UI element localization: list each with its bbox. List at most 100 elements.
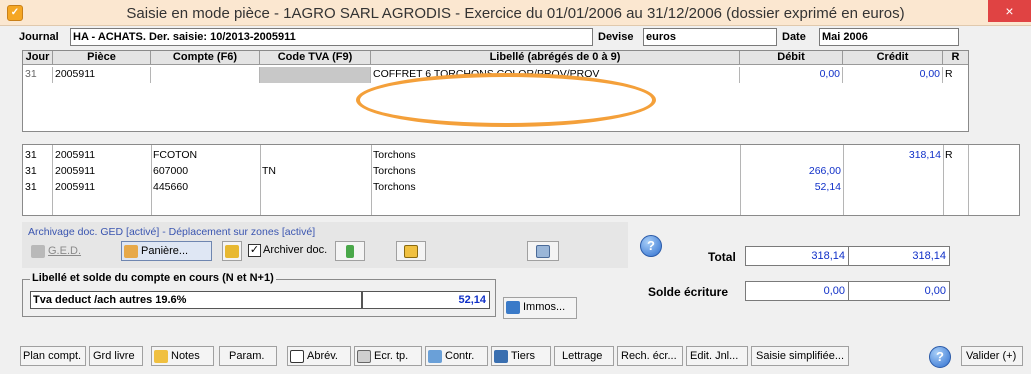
account-group-title: Libellé et solde du compte en cours (N e… (30, 272, 276, 284)
journal-field[interactable]: HA - ACHATS. Der. saisie: 10/2013-200591… (70, 28, 593, 46)
help-icon[interactable]: ? (640, 235, 662, 257)
column-header-libelle: Libellé (abrégés de 0 à 9) (371, 51, 740, 65)
line-r (943, 180, 968, 196)
line-jour: 31 (25, 165, 37, 177)
journal-label: Journal (19, 31, 59, 43)
column-header-code-tva: Code TVA (F9) (260, 51, 371, 65)
valider-button[interactable]: Valider (+) (961, 346, 1023, 366)
notes-icon (154, 349, 168, 363)
date-field[interactable]: Mai 2006 (819, 28, 959, 46)
line-r: R (945, 149, 953, 161)
line-credit (843, 164, 943, 180)
paniere-button[interactable]: Panière... (121, 241, 212, 261)
entry-compte[interactable] (151, 67, 260, 83)
solde-credit: 0,00 (848, 281, 950, 301)
total-debit: 318,14 (745, 246, 849, 266)
line-piece: 2005911 (55, 165, 96, 177)
line-credit: 318,14 (908, 149, 941, 161)
contr-label: Contr. (445, 350, 475, 362)
paniere-icon (124, 244, 138, 258)
entry-debit[interactable]: 0,00 (740, 67, 843, 83)
line-debit: 266,00 (808, 165, 841, 177)
solde-label: Solde écriture (648, 285, 729, 299)
abrev-icon (290, 349, 304, 363)
title-bar: ✓ Saisie en mode pièce - 1AGRO SARL AGRO… (0, 0, 1031, 26)
immos-button[interactable]: Immos... (503, 297, 577, 319)
line-libelle: Torchons (373, 165, 416, 177)
ecr-tp-label: Ecr. tp. (374, 350, 409, 362)
column-header-jour: Jour (23, 51, 53, 65)
lettrage-button[interactable]: Lettrage (554, 346, 614, 366)
line-jour: 31 (25, 149, 37, 161)
line-compte: 607000 (153, 165, 189, 177)
abrev-label: Abrév. (307, 350, 338, 362)
line-compte: FCOTON (153, 149, 198, 161)
line-piece: 2005911 (55, 181, 96, 193)
column-header-r: R (943, 51, 968, 65)
contr-button[interactable]: Contr. (425, 346, 488, 366)
line-code-tva: TN (262, 165, 276, 177)
devise-label: Devise (598, 31, 634, 43)
archiver-checkbox[interactable]: ✓ (248, 244, 261, 257)
tiers-icon (494, 349, 508, 363)
line-piece: 2005911 (55, 149, 96, 161)
edit-jnl-button[interactable]: Edit. Jnl... (686, 346, 748, 366)
entry-r[interactable]: R (943, 67, 968, 83)
archiver-label: Archiver doc. (263, 244, 328, 256)
tiers-label: Tiers (511, 350, 536, 362)
entry-jour[interactable]: 31 (23, 67, 53, 83)
account-balance: 52,14 (362, 291, 490, 309)
line-debit (740, 148, 843, 164)
abrev-button[interactable]: Abrév. (287, 346, 351, 366)
close-button[interactable]: × (988, 0, 1031, 22)
document-button[interactable] (527, 241, 559, 261)
document-icon (535, 244, 550, 258)
pin-button[interactable] (335, 241, 365, 261)
column-header-piece: Pièce (53, 51, 151, 65)
line-code-tva (260, 180, 371, 196)
line-credit (843, 180, 943, 196)
entry-credit[interactable]: 0,00 (843, 67, 943, 83)
param-button[interactable]: Param. (219, 346, 277, 366)
col-divider (968, 145, 969, 215)
ged-caption: Archivage doc. GED [activé] - Déplacemen… (28, 226, 316, 238)
line-libelle: Torchons (373, 181, 416, 193)
column-header-credit: Crédit (843, 51, 943, 65)
bottom-toolbar: Plan compt. Grd livre Notes Param. Abrév… (0, 340, 1031, 374)
account-name: Tva deduct /ach autres 19.6% (30, 291, 362, 309)
plan-compt-button[interactable]: Plan compt. (20, 346, 86, 366)
saisie-simplifiee-button[interactable]: Saisie simplifiée... (751, 346, 849, 366)
column-header-debit: Débit (740, 51, 843, 65)
ecr-tp-icon (357, 349, 371, 363)
line-compte: 445660 (153, 181, 189, 193)
zone-icon (403, 244, 418, 258)
paniere-label: Panière... (141, 245, 189, 257)
line-code-tva (260, 148, 371, 164)
ecr-tp-button[interactable]: Ecr. tp. (354, 346, 422, 366)
line-r (943, 164, 968, 180)
ged-button[interactable]: G.E.D. (28, 241, 90, 261)
immos-label: Immos... (523, 301, 566, 313)
line-libelle: Torchons (373, 149, 416, 161)
zone-button[interactable] (396, 241, 426, 261)
notes-button[interactable]: Notes (151, 346, 214, 366)
highlight-ellipse (356, 73, 656, 127)
entry-piece[interactable]: 2005911 (53, 67, 151, 83)
ged-icon (31, 244, 45, 258)
tiers-button[interactable]: Tiers (491, 346, 551, 366)
notes-label: Notes (171, 350, 200, 362)
window-title: Saisie en mode pièce - 1AGRO SARL AGRODI… (126, 5, 905, 22)
grd-livre-button[interactable]: Grd livre (89, 346, 143, 366)
devise-field[interactable]: euros (643, 28, 777, 46)
immos-icon (506, 300, 520, 314)
lines-grid: 31 2005911 FCOTON Torchons 318,14 R 31 2… (22, 144, 1020, 216)
help-icon[interactable]: ? (929, 346, 951, 368)
line-debit: 52,14 (814, 181, 841, 193)
lock-icon (225, 244, 239, 258)
entry-code-tva[interactable] (260, 67, 371, 83)
line-jour: 31 (25, 181, 37, 193)
rech-ecr-button[interactable]: Rech. écr... (617, 346, 683, 366)
pin-icon (345, 244, 354, 258)
total-label: Total (708, 250, 736, 264)
lock-button[interactable] (222, 241, 242, 261)
